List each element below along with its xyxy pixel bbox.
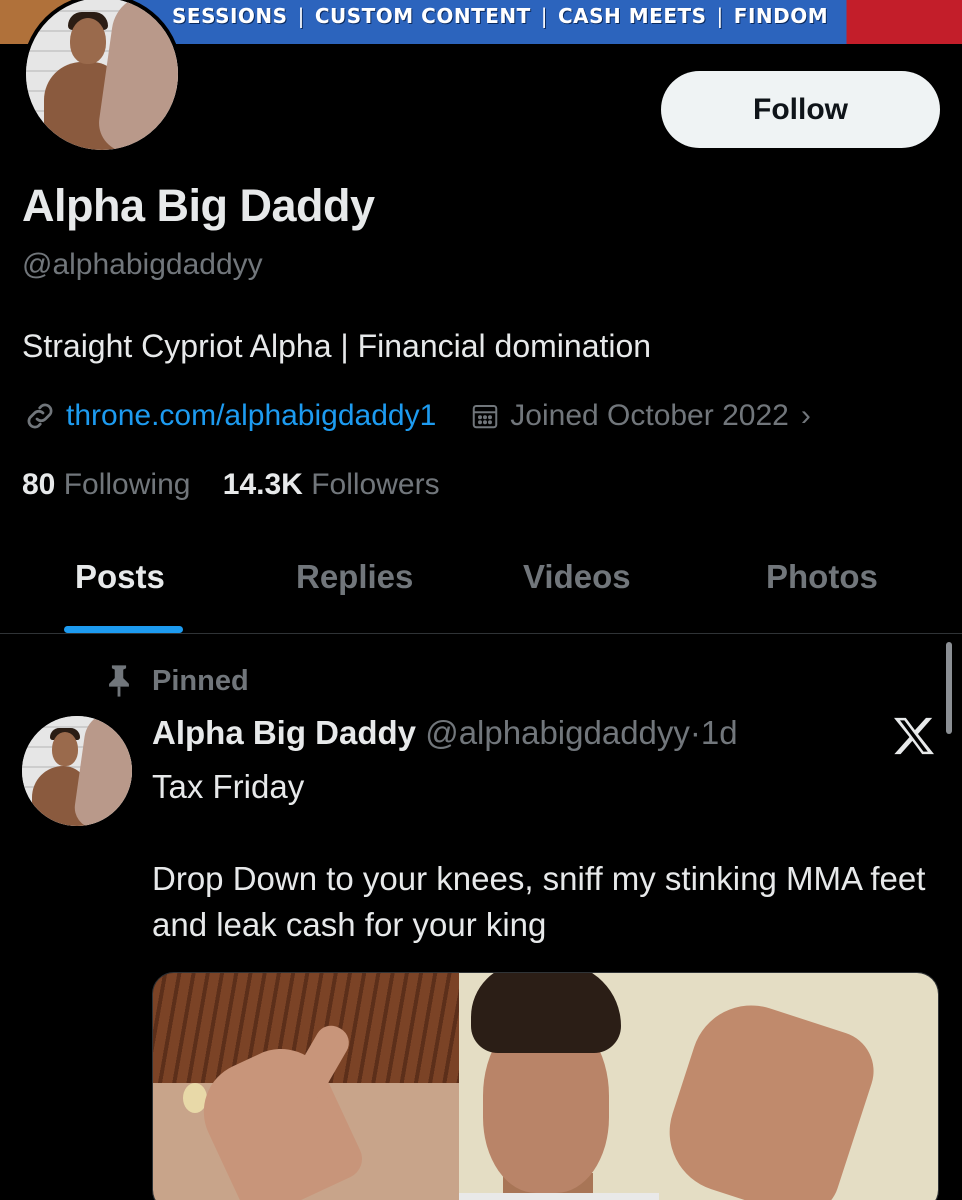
calendar-icon — [473, 405, 498, 429]
profile-meta: throne.com/alphabigdaddy1 Joined October… — [22, 396, 811, 436]
profile-stats: 80 Following 14.3K Followers — [22, 468, 440, 502]
post-handle[interactable]: @alphabigdaddyy — [425, 714, 690, 751]
display-name: Alpha Big Daddy — [22, 180, 375, 231]
tab-videos[interactable]: Videos — [523, 558, 631, 596]
post-text: Tax Friday Drop Down to your knees, snif… — [152, 764, 932, 994]
post-photo[interactable] — [459, 973, 938, 1200]
scrollbar[interactable] — [946, 642, 952, 734]
post-author[interactable]: Alpha Big Daddy — [152, 714, 416, 751]
tab-posts[interactable]: Posts — [75, 558, 165, 596]
followers-stat[interactable]: 14.3K Followers — [223, 468, 440, 501]
pin-icon — [109, 665, 129, 697]
active-tab-indicator — [64, 626, 183, 633]
pinned-label: Pinned — [152, 664, 249, 697]
post-text-line: Tax Friday — [152, 768, 305, 805]
post-header: Alpha Big Daddy @alphabigdaddyy·1d — [152, 714, 738, 751]
joined-date[interactable]: Joined October 2022 — [510, 399, 789, 433]
profile-bio: Straight Cypriot Alpha | Financial domin… — [22, 328, 652, 364]
link-icon — [27, 403, 53, 429]
banner-item: CUSTOM CONTENT — [314, 4, 531, 28]
following-stat[interactable]: 80 Following — [22, 468, 190, 501]
profile-link[interactable]: throne.com/alphabigdaddy1 — [66, 399, 436, 433]
pinned-indicator: Pinned — [104, 664, 249, 698]
profile-tabs: Posts Replies Videos Photos — [0, 540, 962, 634]
banner-item: CASH MEETS — [558, 4, 707, 28]
banner-item: SESSIONS — [172, 4, 288, 28]
banner-text: SESSIONS | CUSTOM CONTENT | CASH MEETS | FINDO… — [172, 4, 829, 28]
chevron-right-icon[interactable]: › — [801, 399, 811, 433]
post-photo[interactable] — [153, 973, 459, 1200]
post-avatar[interactable] — [22, 716, 132, 826]
follow-button[interactable]: Follow — [661, 71, 940, 148]
x-logo-icon — [894, 717, 934, 755]
post-media[interactable] — [152, 972, 939, 1200]
profile-handle: @alphabigdaddyy — [22, 248, 263, 281]
tab-replies[interactable]: Replies — [296, 558, 413, 596]
profile-avatar[interactable] — [22, 0, 182, 154]
post-time[interactable]: 1d — [701, 714, 738, 751]
tab-photos[interactable]: Photos — [766, 558, 878, 596]
post-text-line: Drop Down to your knees, sniff my stinki… — [152, 860, 926, 943]
banner-item: FINDOM — [733, 4, 829, 28]
